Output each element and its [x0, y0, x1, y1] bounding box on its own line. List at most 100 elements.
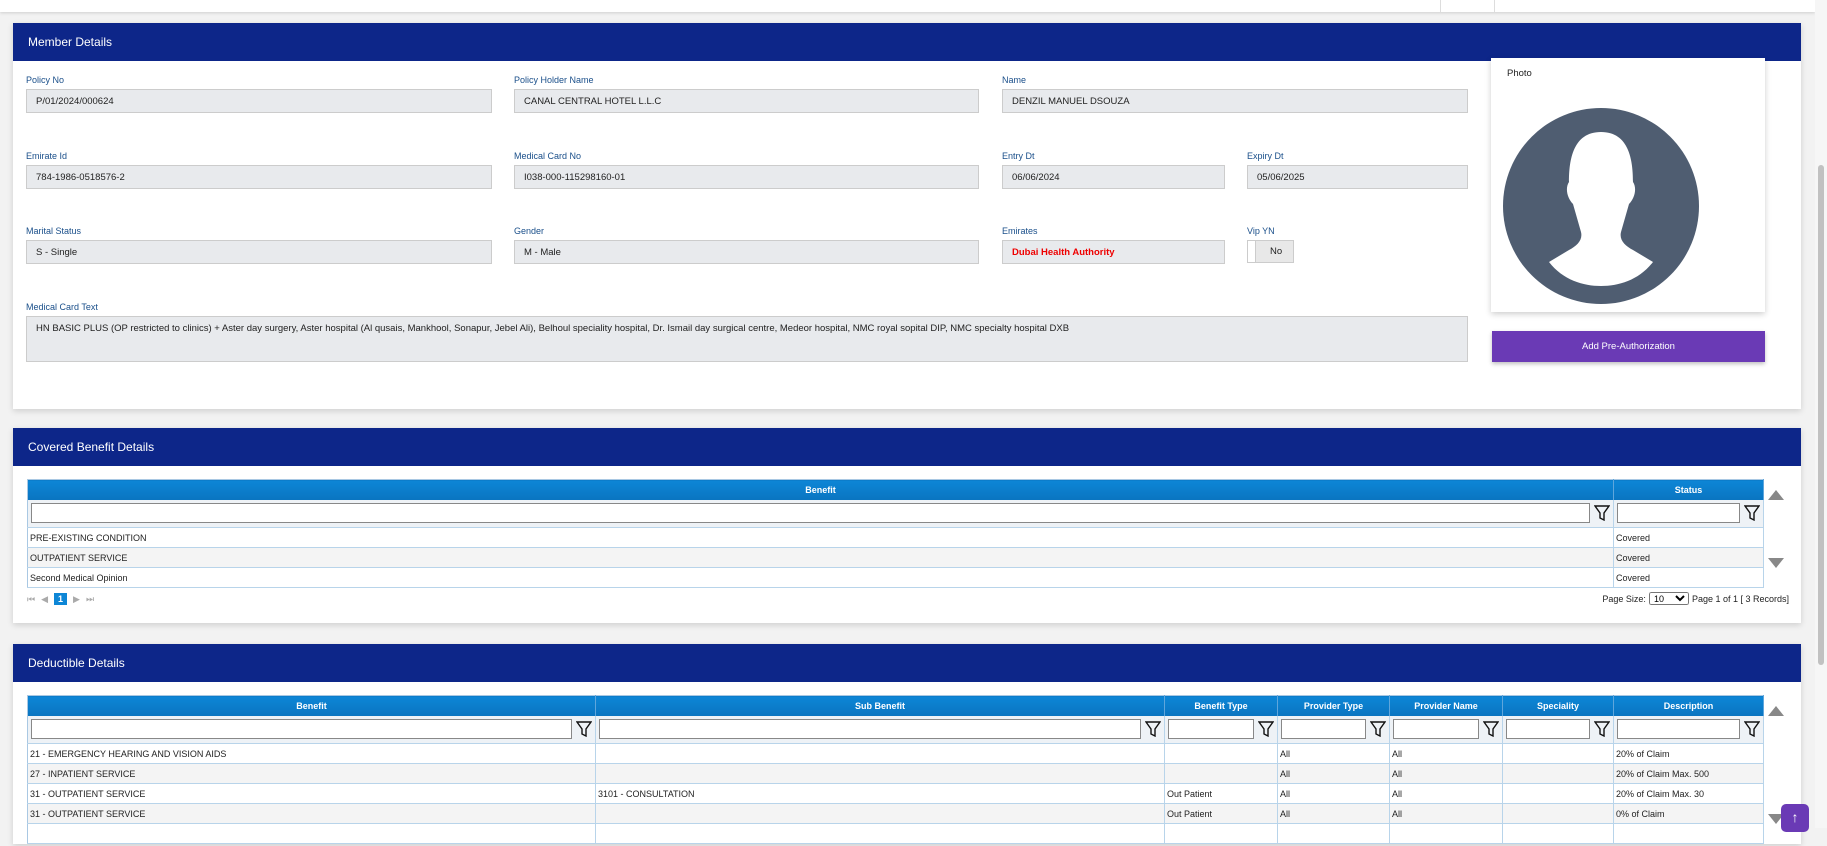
benefit-type-filter-input[interactable]	[1168, 719, 1254, 740]
column-header-description[interactable]: Description	[1613, 695, 1764, 716]
column-header-benefit[interactable]: Benefit	[27, 695, 596, 716]
cell-benefit-type: Out Patient	[1164, 783, 1278, 804]
filter-icon[interactable]	[1744, 505, 1760, 522]
prev-page-icon[interactable]: ◀	[41, 594, 48, 605]
name-field[interactable]: DENZIL MANUEL DSOUZA	[1002, 89, 1468, 113]
emirates-label: Emirates	[1002, 226, 1038, 236]
arrow-up-icon: ↑	[1791, 809, 1799, 825]
cell-provider-type: All	[1277, 763, 1390, 784]
filter-icon[interactable]	[1744, 721, 1760, 738]
page-number[interactable]: 1	[54, 593, 68, 605]
status-filter-input[interactable]	[1617, 503, 1740, 524]
cell-speciality	[1502, 743, 1614, 764]
cell-provider-name: All	[1389, 743, 1503, 764]
panel-title: Member Details	[13, 23, 1801, 61]
covered-benefit-grid: Benefit Status PRE-EXISTING CONDITION Cove…	[27, 479, 1764, 588]
table-row[interactable]: 31 - OUTPATIENT SERVICE Out Patient All All…	[27, 803, 1764, 824]
grid-scrollbar[interactable]	[1763, 490, 1789, 590]
sub-benefit-filter-input[interactable]	[599, 719, 1141, 740]
cell-speciality	[1502, 783, 1614, 804]
emirate-id-label: Emirate Id	[26, 151, 68, 161]
name-label: Name	[1002, 75, 1027, 85]
filter-icon[interactable]	[1483, 721, 1499, 738]
panel-title: Deductible Details	[13, 644, 1801, 682]
emirate-id-field[interactable]: 784-1986-0518576-2	[26, 165, 492, 189]
cell-provider-name	[1389, 823, 1503, 844]
column-header-provider-type[interactable]: Provider Type	[1277, 695, 1390, 716]
top-bar	[0, 0, 1815, 12]
medical-card-no-label: Medical Card No	[514, 151, 582, 161]
provider-type-filter-input[interactable]	[1281, 719, 1366, 740]
column-header-benefit-type[interactable]: Benefit Type	[1164, 695, 1278, 716]
page-summary: Page 1 of 1 [ 3 Records]	[1691, 593, 1789, 604]
column-header-benefit[interactable]: Benefit	[27, 479, 1614, 500]
cell-benefit	[27, 823, 596, 844]
scroll-up-icon[interactable]	[1768, 706, 1784, 716]
medical-card-no-field[interactable]: I038-000-115298160-01	[514, 165, 979, 189]
marital-status-field[interactable]: S - Single	[26, 240, 492, 264]
description-filter-input[interactable]	[1617, 719, 1740, 740]
cell-provider-name: All	[1389, 763, 1503, 784]
add-pre-authorization-button[interactable]: Add Pre-Authorization	[1492, 331, 1765, 362]
filter-icon[interactable]	[1594, 505, 1610, 522]
gender-label: Gender	[514, 226, 545, 236]
cell-speciality	[1502, 803, 1614, 824]
cell-provider-type: All	[1277, 803, 1390, 824]
emirates-field[interactable]: Dubai Health Authority	[1002, 240, 1225, 264]
cell-sub-benefit	[595, 803, 1165, 824]
provider-name-filter-input[interactable]	[1393, 719, 1479, 740]
pager: ⏮ ◀ 1 ▶ ⏭	[27, 593, 94, 605]
expiry-dt-field[interactable]: 05/06/2025	[1247, 165, 1468, 189]
cell-speciality	[1502, 823, 1614, 844]
toggle-knob	[1248, 241, 1256, 262]
last-page-icon[interactable]: ⏭	[86, 594, 94, 605]
policy-holder-label: Policy Holder Name	[514, 75, 594, 85]
scroll-up-icon[interactable]	[1768, 490, 1784, 500]
gender-field[interactable]: M - Male	[514, 240, 979, 264]
filter-icon[interactable]	[576, 721, 592, 738]
cell-description: 20% of Claim Max. 30	[1613, 783, 1764, 804]
page-size-select[interactable]: 10	[1648, 592, 1689, 605]
table-row[interactable]: Second Medical Opinion Covered	[27, 567, 1764, 588]
cell-description: 20% of Claim Max. 500	[1613, 763, 1764, 784]
cell-provider-type: All	[1277, 783, 1390, 804]
next-page-icon[interactable]: ▶	[73, 594, 80, 605]
vip-toggle[interactable]: No	[1247, 240, 1294, 263]
column-header-sub-benefit[interactable]: Sub Benefit	[595, 695, 1165, 716]
filter-icon[interactable]	[1145, 721, 1161, 738]
table-row[interactable]: OUTPATIENT SERVICE Covered	[27, 547, 1764, 568]
cell-status: Covered	[1613, 527, 1764, 548]
table-row[interactable]: 31 - OUTPATIENT SERVICE 3101 - CONSULTATI…	[27, 783, 1764, 804]
page-scrollbar[interactable]	[1815, 0, 1827, 828]
first-page-icon[interactable]: ⏮	[27, 594, 35, 605]
benefit-filter-input[interactable]	[31, 503, 1590, 524]
benefit-filter-input[interactable]	[31, 719, 572, 740]
panel-title: Covered Benefit Details	[13, 428, 1801, 466]
policy-no-field[interactable]: P/01/2024/000624	[26, 89, 492, 113]
cell-sub-benefit: 3101 - CONSULTATION	[595, 783, 1165, 804]
cell-benefit: 31 - OUTPATIENT SERVICE	[27, 783, 596, 804]
entry-dt-field[interactable]: 06/06/2024	[1002, 165, 1225, 189]
table-row[interactable]	[27, 823, 1764, 844]
cell-provider-type: All	[1277, 743, 1390, 764]
column-header-provider-name[interactable]: Provider Name	[1389, 695, 1503, 716]
table-row[interactable]: PRE-EXISTING CONDITION Covered	[27, 527, 1764, 548]
filter-icon[interactable]	[1258, 721, 1274, 738]
medical-card-text-label: Medical Card Text	[26, 302, 98, 312]
policy-holder-field[interactable]: CANAL CENTRAL HOTEL L.L.C	[514, 89, 979, 113]
cell-benefit: OUTPATIENT SERVICE	[27, 547, 1614, 568]
column-header-status[interactable]: Status	[1613, 479, 1764, 500]
cell-description	[1613, 823, 1764, 844]
scroll-down-icon[interactable]	[1768, 558, 1784, 568]
filter-icon[interactable]	[1370, 721, 1386, 738]
table-row[interactable]: 27 - INPATIENT SERVICE All All 20% of Claim…	[27, 763, 1764, 784]
filter-icon[interactable]	[1594, 721, 1610, 738]
scrollbar-thumb[interactable]	[1818, 165, 1824, 665]
cell-benefit: PRE-EXISTING CONDITION	[27, 527, 1614, 548]
deductible-grid: Benefit Sub Benefit Benefit Type Provider T…	[27, 695, 1764, 844]
column-header-speciality[interactable]: Speciality	[1502, 695, 1614, 716]
medical-card-text-area[interactable]: HN BASIC PLUS (OP restricted to clinics)…	[26, 316, 1468, 362]
speciality-filter-input[interactable]	[1506, 719, 1590, 740]
table-row[interactable]: 21 - EMERGENCY HEARING AND VISION AIDS Al…	[27, 743, 1764, 764]
divider	[1494, 0, 1495, 12]
